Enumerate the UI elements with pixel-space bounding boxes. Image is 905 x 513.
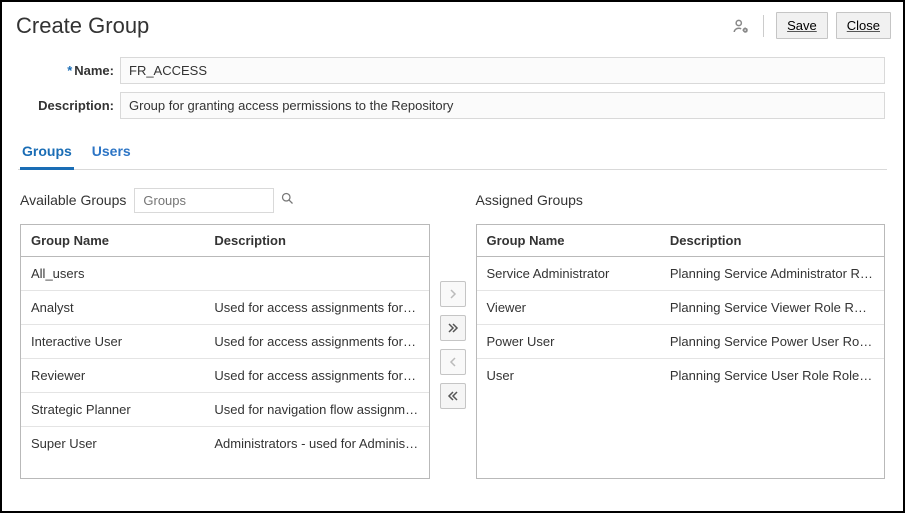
move-all-right-button[interactable] bbox=[440, 315, 466, 341]
cell-group-name: Super User bbox=[21, 427, 204, 461]
assigned-panel: Assigned Groups Group Name Description S… bbox=[476, 186, 886, 479]
table-row[interactable]: Super UserAdministrators - used for Admi… bbox=[21, 427, 429, 461]
cell-description: Used for access assignments for Vie... bbox=[204, 359, 428, 393]
table-row[interactable]: Power UserPlanning Service Power User Ro… bbox=[477, 325, 885, 359]
cell-group-name: Analyst bbox=[21, 291, 204, 325]
move-left-button[interactable] bbox=[440, 349, 466, 375]
page-title: Create Group bbox=[16, 13, 149, 39]
cell-group-name: User bbox=[477, 359, 660, 393]
name-row: *Name: bbox=[20, 57, 885, 84]
dual-list-container: Available Groups Group Name Description bbox=[2, 170, 903, 495]
table-row[interactable]: ReviewerUsed for access assignments for … bbox=[21, 359, 429, 393]
cell-description: Planning Service Administrator Role... bbox=[660, 257, 884, 291]
cell-group-name: Reviewer bbox=[21, 359, 204, 393]
cell-group-name: Viewer bbox=[477, 291, 660, 325]
search-icon[interactable] bbox=[280, 191, 295, 209]
table-row[interactable]: ViewerPlanning Service Viewer Role Role … bbox=[477, 291, 885, 325]
header-actions: Save Close bbox=[731, 12, 891, 39]
cell-group-name: All_users bbox=[21, 257, 204, 291]
cell-description bbox=[204, 257, 428, 291]
cell-group-name: Strategic Planner bbox=[21, 393, 204, 427]
assigned-header: Assigned Groups bbox=[476, 186, 886, 214]
cell-description: Administrators - used for Administr... bbox=[204, 427, 428, 461]
cell-description: Used for access assignments for Po... bbox=[204, 325, 428, 359]
cell-group-name: Power User bbox=[477, 325, 660, 359]
close-button[interactable]: Close bbox=[836, 12, 891, 39]
save-button[interactable]: Save bbox=[776, 12, 828, 39]
available-search-input[interactable] bbox=[134, 188, 274, 213]
cell-description: Used for navigation flow assignmen... bbox=[204, 393, 428, 427]
available-title: Available Groups bbox=[20, 192, 126, 208]
user-gear-icon[interactable] bbox=[731, 16, 751, 36]
cell-group-name: Interactive User bbox=[21, 325, 204, 359]
cell-description: Planning Service Power User Role R... bbox=[660, 325, 884, 359]
table-row[interactable]: AnalystUsed for access assignments for U… bbox=[21, 291, 429, 325]
search-wrap bbox=[134, 188, 295, 213]
cell-description: Used for access assignments for Users bbox=[204, 291, 428, 325]
move-right-button[interactable] bbox=[440, 281, 466, 307]
tab-users[interactable]: Users bbox=[90, 137, 133, 170]
name-label: *Name: bbox=[20, 63, 120, 78]
assigned-table: Group Name Description Service Administr… bbox=[477, 225, 885, 392]
description-input[interactable] bbox=[120, 92, 885, 119]
dialog-header: Create Group Save Close bbox=[2, 2, 903, 43]
available-col-name: Group Name bbox=[21, 225, 204, 257]
name-input[interactable] bbox=[120, 57, 885, 84]
assigned-title: Assigned Groups bbox=[476, 192, 583, 208]
table-row[interactable]: Strategic PlannerUsed for navigation flo… bbox=[21, 393, 429, 427]
available-col-desc: Description bbox=[204, 225, 428, 257]
tab-groups[interactable]: Groups bbox=[20, 137, 74, 170]
transfer-buttons bbox=[440, 186, 466, 409]
available-header: Available Groups bbox=[20, 186, 430, 214]
tab-bar: Groups Users bbox=[18, 137, 887, 170]
cell-description: Planning Service User Role Role f... bbox=[660, 359, 884, 393]
cell-group-name: Service Administrator bbox=[477, 257, 660, 291]
description-row: Description: bbox=[20, 92, 885, 119]
assigned-col-desc: Description bbox=[660, 225, 884, 257]
table-row[interactable]: UserPlanning Service User Role Role f... bbox=[477, 359, 885, 393]
table-row[interactable]: All_users bbox=[21, 257, 429, 291]
table-row[interactable]: Interactive UserUsed for access assignme… bbox=[21, 325, 429, 359]
available-table: Group Name Description All_usersAnalystU… bbox=[21, 225, 429, 460]
cell-description: Planning Service Viewer Role Role fo... bbox=[660, 291, 884, 325]
available-panel: Available Groups Group Name Description bbox=[20, 186, 430, 479]
required-indicator: * bbox=[67, 63, 72, 78]
move-all-left-button[interactable] bbox=[440, 383, 466, 409]
available-table-box: Group Name Description All_usersAnalystU… bbox=[20, 224, 430, 479]
assigned-table-box: Group Name Description Service Administr… bbox=[476, 224, 886, 479]
header-divider bbox=[763, 15, 764, 37]
table-row[interactable]: Service AdministratorPlanning Service Ad… bbox=[477, 257, 885, 291]
assigned-col-name: Group Name bbox=[477, 225, 660, 257]
form-area: *Name: Description: bbox=[2, 43, 903, 133]
description-label: Description: bbox=[20, 98, 120, 113]
